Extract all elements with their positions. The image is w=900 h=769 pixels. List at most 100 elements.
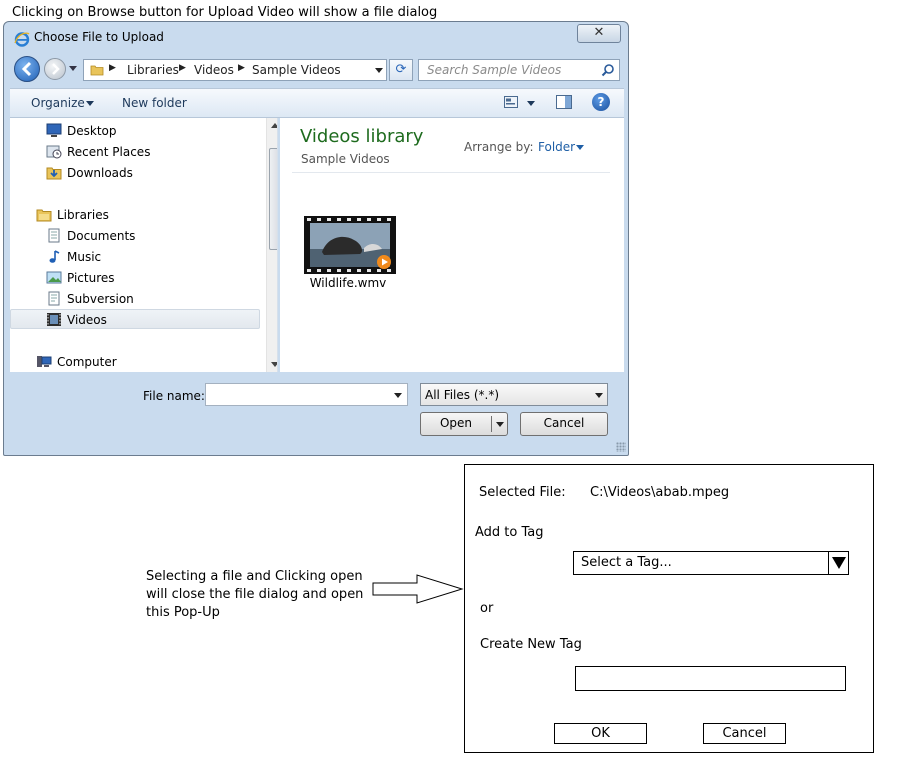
sidebar-item-computer[interactable]: Computer <box>10 352 260 372</box>
selected-file-label: Selected File: <box>479 485 566 500</box>
tag-select-button[interactable] <box>828 552 848 574</box>
arrange-by-dropdown[interactable]: Folder <box>538 140 575 154</box>
change-view-icon[interactable] <box>504 96 518 108</box>
sidebar-item-label: Desktop <box>67 124 117 138</box>
computer-icon <box>37 356 52 367</box>
arrange-by-label: Arrange by: <box>464 140 534 154</box>
new-tag-input[interactable] <box>575 666 846 691</box>
preview-pane-icon[interactable] <box>556 95 572 109</box>
scroll-down-icon[interactable] <box>271 362 277 367</box>
breadcrumb-sample-videos[interactable]: Sample Videos <box>252 63 341 77</box>
forward-arrow-icon <box>52 63 60 75</box>
breadcrumb-videos[interactable]: Videos <box>194 63 234 77</box>
breadcrumb-separator-icon: ▶ <box>238 63 245 73</box>
back-arrow-icon <box>21 61 32 77</box>
dropdown-arrow-icon <box>832 557 846 569</box>
open-button[interactable]: Open <box>420 412 508 436</box>
refresh-icon: ⟳ <box>395 62 407 77</box>
sidebar-item-label: Downloads <box>67 166 133 180</box>
open-label: Open <box>439 416 473 430</box>
internet-explorer-icon <box>14 32 30 47</box>
forward-button[interactable] <box>44 58 66 80</box>
file-item[interactable]: Wildlife.wmv <box>300 214 396 294</box>
breadcrumb-separator-icon: ▶ <box>109 63 116 73</box>
videos-icon <box>47 313 61 326</box>
recent-pages-dropdown-icon[interactable] <box>69 66 77 71</box>
file-dialog: Choose File to Upload ✕ ▶ Libraries ▶ Vi… <box>3 21 629 456</box>
organize-button[interactable]: Organize <box>31 96 85 110</box>
pictures-icon <box>46 271 62 284</box>
file-name-label: File name: <box>143 389 205 403</box>
library-subtitle: Sample Videos <box>301 152 390 166</box>
desktop-icon <box>46 123 62 137</box>
new-folder-button[interactable]: New folder <box>122 96 187 110</box>
sidebar-item-documents[interactable]: Documents <box>10 226 260 246</box>
libraries-icon <box>36 209 52 222</box>
music-icon <box>49 250 60 263</box>
selected-file-value: C:\Videos\abab.mpeg <box>590 485 730 500</box>
sidebar-item-label: Documents <box>67 229 136 243</box>
view-options-dropdown-icon[interactable] <box>527 101 535 106</box>
navigation-pane: Desktop Recent Places Downloads Librarie… <box>10 118 278 372</box>
command-toolbar: Organize New folder ? <box>10 88 624 118</box>
search-icon <box>601 64 614 77</box>
video-thumbnail-icon <box>304 216 396 274</box>
popup-cancel-button[interactable]: Cancel <box>703 723 786 744</box>
content-divider <box>292 172 610 173</box>
breadcrumb-separator-icon: ▶ <box>179 63 186 73</box>
search-input[interactable]: Search Sample Videos <box>418 59 620 81</box>
recent-places-icon <box>46 145 62 159</box>
sidebar-item-subversion[interactable]: Subversion <box>10 289 260 309</box>
sidebar-item-videos[interactable]: Videos <box>10 309 260 329</box>
sidebar-item-label: Recent Places <box>67 145 151 159</box>
file-type-value: All Files (*.*) <box>425 388 500 402</box>
sidebar-item-label: Music <box>67 250 102 264</box>
breadcrumb-libraries[interactable]: Libraries <box>127 63 179 77</box>
sidebar-item-label: Libraries <box>57 208 109 222</box>
back-button[interactable] <box>14 56 40 82</box>
refresh-button[interactable]: ⟳ <box>389 59 413 81</box>
add-to-tag-label: Add to Tag <box>475 525 544 540</box>
sidebar-item-recent-places[interactable]: Recent Places <box>10 142 260 162</box>
sidebar-item-downloads[interactable]: Downloads <box>10 163 260 183</box>
sidebar-item-music[interactable]: Music <box>10 247 260 267</box>
scrollbar-thumb[interactable] <box>269 148 277 250</box>
sidebar-item-label: Computer <box>57 355 117 369</box>
organize-dropdown-icon <box>86 101 94 106</box>
documents-icon <box>48 228 60 243</box>
ok-button[interactable]: OK <box>554 723 647 744</box>
caption-text: Clicking on Browse button for Upload Vid… <box>12 5 438 20</box>
sidebar-item-label: Pictures <box>67 271 115 285</box>
file-name-input[interactable] <box>205 383 408 406</box>
navigation-scrollbar[interactable] <box>266 118 277 372</box>
create-new-tag-label: Create New Tag <box>480 637 582 652</box>
open-dropdown-icon[interactable] <box>496 422 504 427</box>
tag-select[interactable]: Select a Tag... <box>573 551 849 575</box>
cancel-button[interactable]: Cancel <box>520 412 608 436</box>
content-pane: Videos library Sample Videos Arrange by:… <box>280 118 624 372</box>
close-icon: ✕ <box>593 25 605 40</box>
address-bar[interactable]: ▶ Libraries ▶ Videos ▶ Sample Videos <box>83 59 387 81</box>
address-dropdown-icon[interactable] <box>375 68 383 73</box>
right-arrow-icon <box>372 574 464 604</box>
sidebar-item-libraries[interactable]: Libraries <box>10 205 260 225</box>
subversion-icon <box>48 291 60 306</box>
arrange-dropdown-icon[interactable] <box>576 145 584 150</box>
help-icon[interactable]: ? <box>592 93 610 111</box>
sidebar-item-desktop[interactable]: Desktop <box>10 121 260 141</box>
scroll-up-icon[interactable] <box>271 123 277 128</box>
sidebar-item-label: Subversion <box>67 292 134 306</box>
sidebar-item-pictures[interactable]: Pictures <box>10 268 260 288</box>
library-title: Videos library <box>300 126 424 147</box>
folder-icon <box>90 65 104 76</box>
annotation-text: Selecting a file and Clicking open will … <box>146 569 364 620</box>
sidebar-item-label: Videos <box>67 313 107 327</box>
close-button[interactable]: ✕ <box>577 24 621 43</box>
file-type-dropdown-icon <box>595 393 603 398</box>
file-type-select[interactable]: All Files (*.*) <box>420 383 608 406</box>
resize-grip-icon[interactable] <box>616 442 626 452</box>
file-name-label: Wildlife.wmv <box>309 276 387 290</box>
tag-select-value: Select a Tag... <box>581 555 672 570</box>
dialog-title: Choose File to Upload <box>34 30 164 44</box>
file-name-dropdown-icon[interactable] <box>394 393 402 398</box>
